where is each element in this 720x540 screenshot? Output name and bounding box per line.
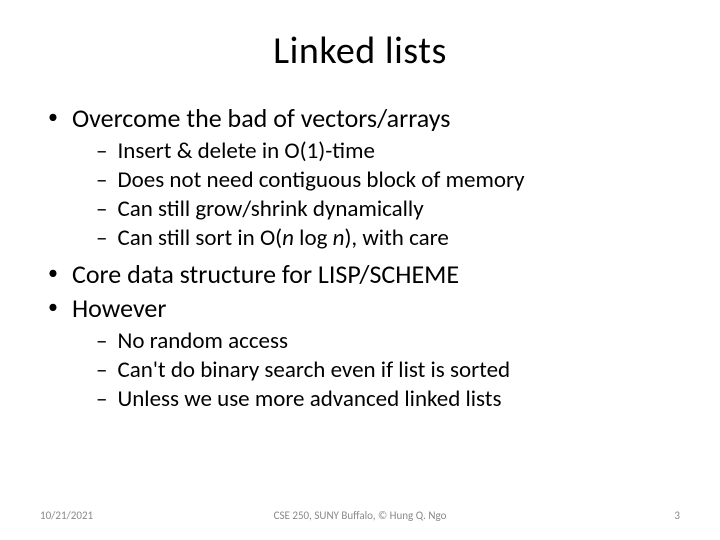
footer-center: CSE 250, SUNY Buffalo, © Hung Q. Ngo [274, 509, 447, 522]
bullet-text: However [72, 292, 166, 325]
slide-footer: 10/21/2021 CSE 250, SUNY Buffalo, © Hung… [0, 509, 720, 522]
bullet-text: Core data structure for LISP/SCHEME [72, 258, 459, 291]
slide-title: Linked lists [40, 28, 680, 74]
bullet-dot-icon: • [48, 292, 58, 322]
text-part: Can still sort in O( [117, 224, 282, 252]
footer-date: 10/21/2021 [40, 509, 93, 522]
bullet-level2: – Can still sort in O(n log n), with car… [48, 224, 680, 252]
bullet-level2: – Can't do binary search even if list is… [48, 356, 680, 384]
bullet-text: Can still grow/shrink dynamically [117, 195, 423, 223]
bullet-group-3: • However – No random access – Can't do … [48, 292, 680, 413]
bullet-text: Can still sort in O(n log n), with care [117, 224, 448, 252]
bullet-text: No random access [117, 327, 288, 355]
bullet-dash-icon: – [96, 137, 107, 165]
bullet-level1: • However [48, 292, 680, 325]
bullet-text: Can't do binary search even if list is s… [117, 356, 510, 384]
bullet-level1: • Core data structure for LISP/SCHEME [48, 258, 680, 291]
text-italic: n [282, 224, 294, 252]
bullet-text: Unless we use more advanced linked lists [117, 385, 501, 413]
slide-body: • Overcome the bad of vectors/arrays – I… [40, 102, 680, 413]
bullet-dash-icon: – [96, 385, 107, 413]
slide: Linked lists • Overcome the bad of vecto… [0, 0, 720, 540]
bullet-dash-icon: – [96, 224, 107, 252]
text-part: log [294, 224, 333, 252]
bullet-text: Overcome the bad of vectors/arrays [72, 102, 450, 135]
footer-page-number: 3 [674, 509, 680, 522]
text-italic: n [333, 224, 345, 252]
bullet-dash-icon: – [96, 166, 107, 194]
bullet-dash-icon: – [96, 327, 107, 355]
bullet-level1: • Overcome the bad of vectors/arrays [48, 102, 680, 135]
bullet-text: Does not need contiguous block of memory [117, 166, 524, 194]
bullet-level2: – No random access [48, 327, 680, 355]
bullet-text: Insert & delete in O(1)-time [117, 137, 374, 165]
bullet-dash-icon: – [96, 195, 107, 223]
bullet-level2: – Unless we use more advanced linked lis… [48, 385, 680, 413]
bullet-level2: – Insert & delete in O(1)-time [48, 137, 680, 165]
bullet-level2: – Can still grow/shrink dynamically [48, 195, 680, 223]
bullet-group-1: • Overcome the bad of vectors/arrays – I… [48, 102, 680, 252]
bullet-dot-icon: • [48, 102, 58, 132]
text-part: ), with care [344, 224, 448, 252]
bullet-level2: – Does not need contiguous block of memo… [48, 166, 680, 194]
bullet-dot-icon: • [48, 258, 58, 288]
bullet-dash-icon: – [96, 356, 107, 384]
